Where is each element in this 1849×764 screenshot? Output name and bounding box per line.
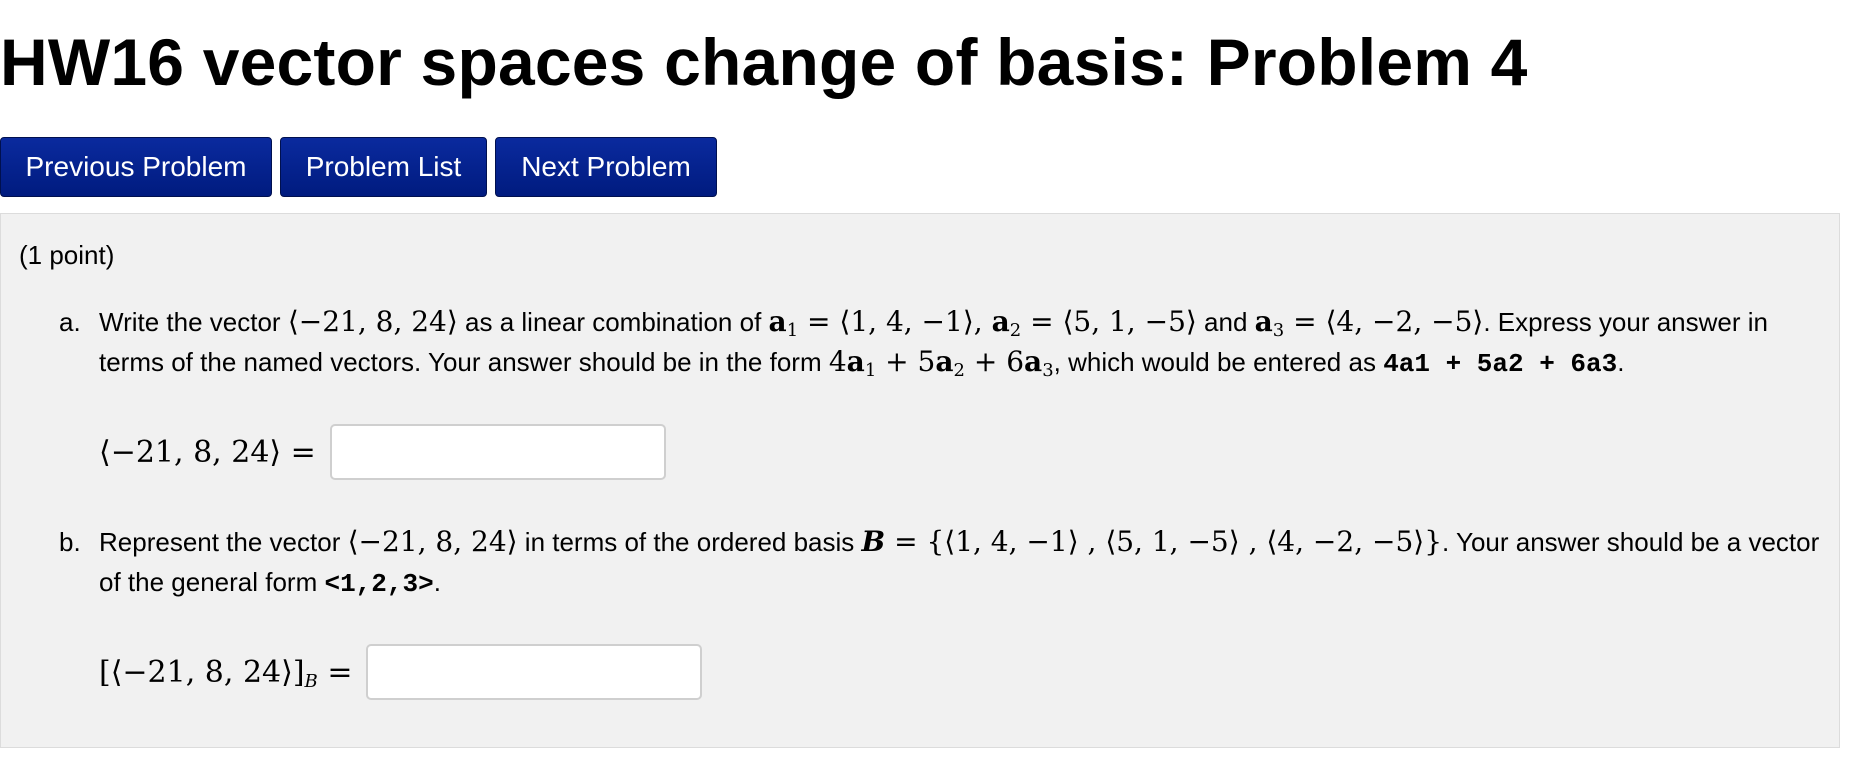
part-b-code-example: <1,2,3> [324,569,434,599]
previous-problem-button[interactable]: Previous Problem [0,137,272,197]
part-b-text: Represent the vector ⟨−21, 8, 24⟩ in ter… [99,522,1829,604]
part-b-answer-row: [⟨−21, 8, 24⟩]B = [99,642,703,702]
part-b-text-4: . [433,567,441,597]
part-b-answer-input[interactable] [366,644,703,700]
points-label: (1 point) [19,240,115,270]
basis-symbol: B [861,525,886,558]
next-problem-button[interactable]: Next Problem [495,137,717,197]
form-coef-2: + 5 [876,345,936,378]
vector-a3-value: = ⟨4, −2, −5⟩ [1284,305,1484,338]
part-b-answer-label-main: [⟨−21, 8, 24⟩] [99,654,305,690]
form-coef-1: 4 [828,345,847,378]
form-a2-symbol: a [935,345,954,378]
vector-a2-symbol: a [991,305,1010,338]
vector-a1-symbol: a [768,305,787,338]
part-a-marker: a. [59,307,81,337]
basis-value: = {⟨1, 4, −1⟩ , ⟨5, 1, −5⟩ , ⟨4, −2, −5⟩… [885,525,1443,558]
part-b-answer-label-subscript: B [304,670,318,692]
part-b-vector: ⟨−21, 8, 24⟩ [347,525,518,558]
form-a3-symbol: a [1024,345,1043,378]
part-b-text-2: in terms of the ordered basis [517,527,862,557]
form-a1-subscript: 1 [864,360,877,381]
part-a-code-example: 4a1 + 5a2 + 6a3 [1383,349,1618,379]
problem-panel: (1 point) a. Write the vector ⟨−21, 8, 2… [0,213,1840,748]
vector-a1-value: = ⟨1, 4, −1⟩ [798,305,974,338]
part-a-answer-input[interactable] [329,424,666,480]
part-a-answer-label: ⟨−21, 8, 24⟩ = [99,434,316,470]
part-a-text: Write the vector ⟨−21, 8, 24⟩ as a linea… [99,302,1829,384]
part-a-text-6: . [1617,347,1625,377]
vector-a2-subscript: 2 [1009,320,1022,341]
part-b-answer-label: [⟨−21, 8, 24⟩]B = [99,654,353,692]
part-b-text-1: Represent the vector [99,527,348,557]
part-a-text-5: , which would be entered as [1053,347,1384,377]
form-coef-3: + 6 [964,345,1025,378]
vector-a2-value: = ⟨5, 1, −5⟩ [1021,305,1197,338]
vector-a3-subscript: 3 [1272,320,1285,341]
part-a-text-3: and [1196,307,1255,337]
vector-a3-symbol: a [1254,305,1273,338]
part-b-answer-label-eq: = [317,654,353,690]
part-a-vector: ⟨−21, 8, 24⟩ [287,305,458,338]
form-a2-subscript: 2 [953,360,965,381]
vector-a1-subscript: 1 [786,320,799,341]
page-title: HW16 vector spaces change of basis: Prob… [0,25,1528,99]
separator: , [973,305,992,338]
part-b-marker: b. [59,527,81,557]
form-a1-symbol: a [846,345,865,378]
part-a-answer-row: ⟨−21, 8, 24⟩ = [99,422,666,482]
part-a-text-2: as a linear combination of [457,307,769,337]
form-a3-subscript: 3 [1042,360,1054,381]
problem-list-button[interactable]: Problem List [280,137,487,197]
part-a-text-1: Write the vector [99,307,288,337]
